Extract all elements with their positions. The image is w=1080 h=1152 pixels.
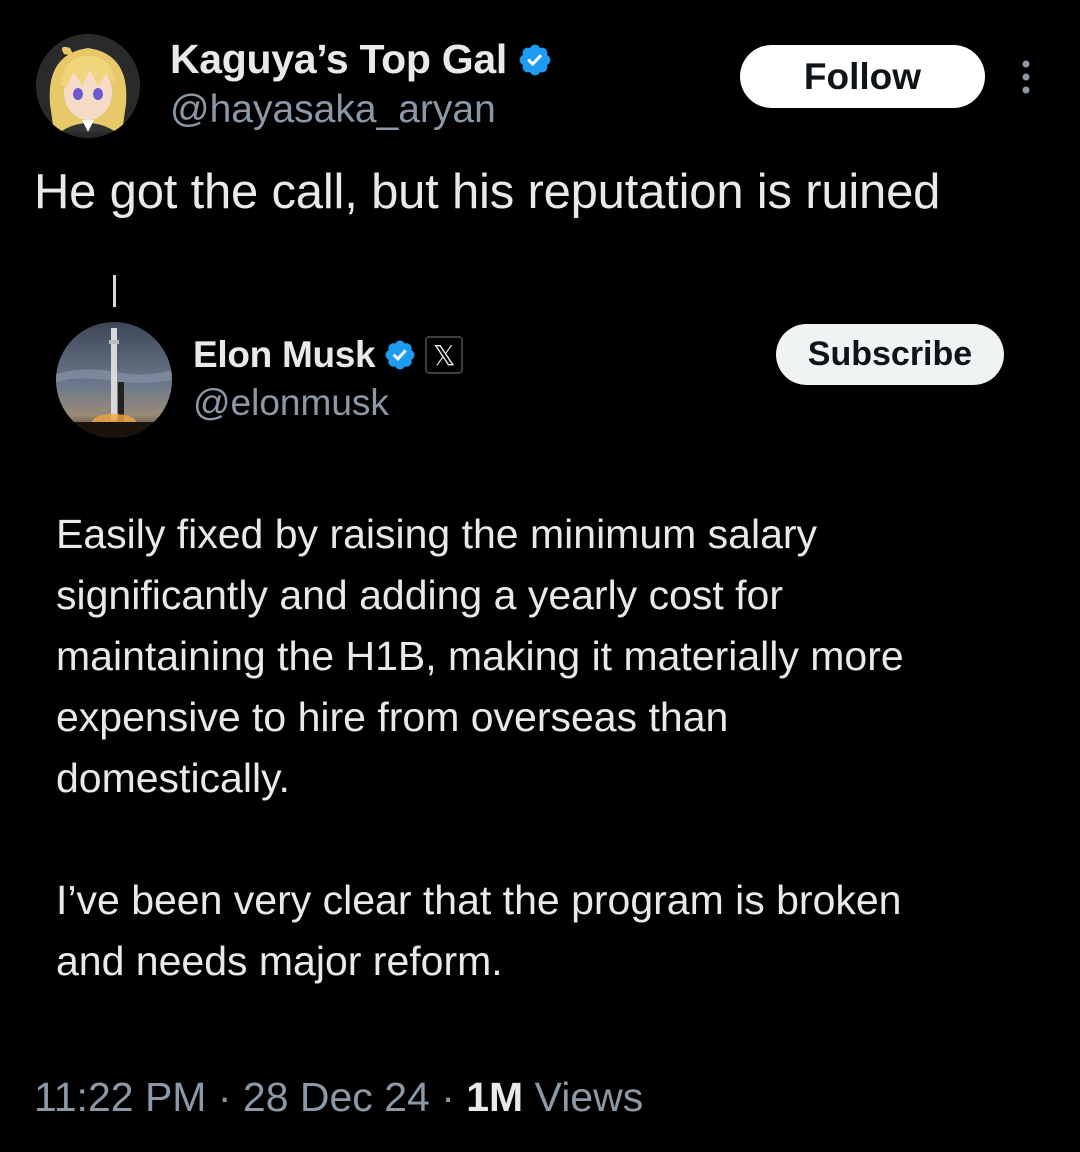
x-affiliate-badge-icon[interactable]: 𝕏	[425, 336, 464, 374]
tweet-detail-view: Kaguya’s Top Gal @hayasaka_aryan Follow …	[0, 0, 1080, 1152]
quoted-author-name-row[interactable]: Elon Musk 𝕏	[193, 334, 464, 376]
views-label: Views	[523, 1074, 644, 1120]
author-display-name[interactable]: Kaguya’s Top Gal	[170, 36, 507, 83]
verified-badge-icon	[383, 338, 417, 372]
tweet-date[interactable]: 28 Dec 24	[243, 1074, 430, 1120]
meta-separator: ·	[206, 1074, 243, 1120]
subscribe-button[interactable]: Subscribe	[776, 324, 1004, 385]
quoted-tweet-body: Easily fixed by raising the minimum sala…	[56, 504, 1046, 992]
more-options-icon[interactable]	[1016, 58, 1036, 98]
anime-avatar-icon	[36, 34, 140, 138]
follow-button[interactable]: Follow	[740, 45, 985, 108]
rocket-avatar-icon	[56, 322, 172, 438]
tweet-meta: 11:22 PM · 28 Dec 24 · 1M Views	[34, 1074, 643, 1121]
quoted-paragraph: Easily fixed by raising the minimum sala…	[56, 511, 904, 801]
quoted-paragraph: I’ve been very clear that the program is…	[56, 877, 902, 984]
author-handle[interactable]: @hayasaka_aryan	[170, 88, 496, 132]
tweet-text: He got the call, but his reputation is r…	[34, 165, 941, 219]
meta-separator: ·	[429, 1074, 467, 1120]
quoted-author-avatar[interactable]	[56, 322, 172, 438]
text-cursor-mark	[113, 275, 116, 307]
author-name-row[interactable]: Kaguya’s Top Gal	[170, 36, 553, 83]
quoted-author-display-name[interactable]: Elon Musk	[193, 334, 376, 376]
views-count: 1M	[466, 1074, 524, 1120]
verified-badge-icon	[517, 42, 553, 78]
quoted-author-handle[interactable]: @elonmusk	[193, 382, 389, 424]
author-avatar[interactable]	[36, 34, 140, 138]
tweet-time[interactable]: 11:22 PM	[34, 1074, 206, 1120]
